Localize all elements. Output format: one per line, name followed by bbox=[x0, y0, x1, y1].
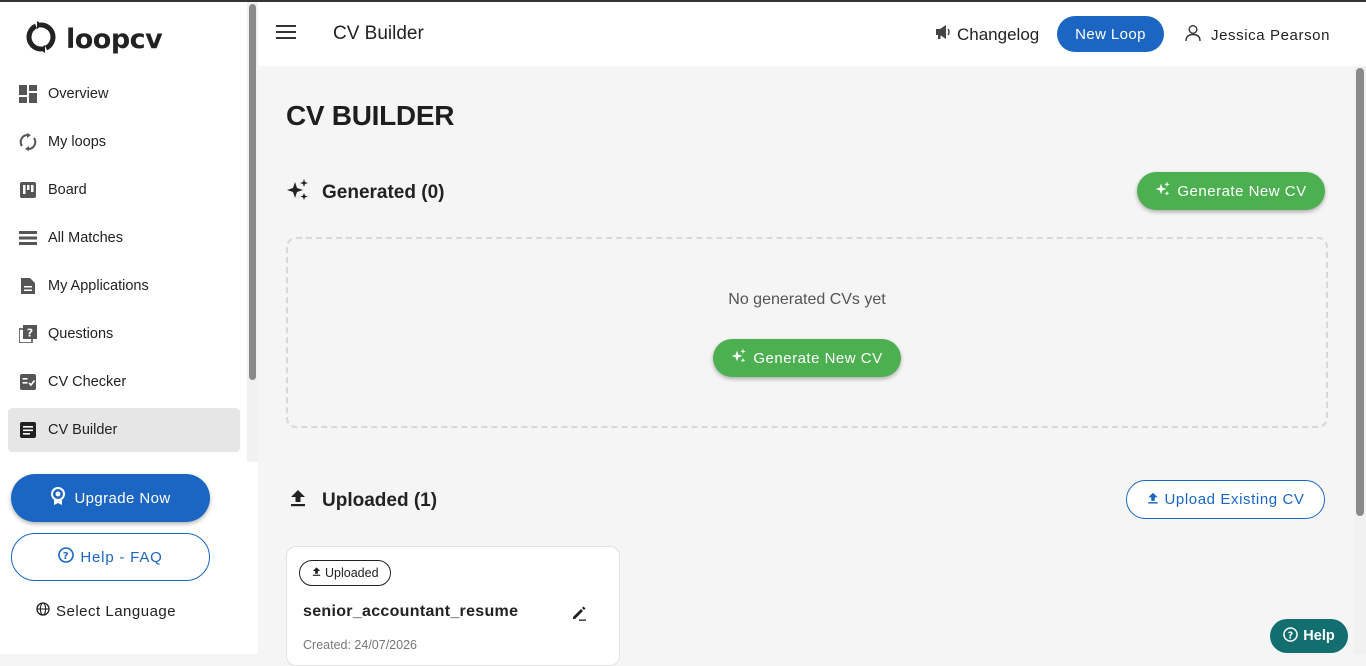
top-border bbox=[0, 0, 1366, 2]
board-icon bbox=[18, 180, 38, 200]
question-icon: ? bbox=[18, 324, 38, 344]
badge-icon bbox=[50, 487, 66, 509]
upgrade-now-button[interactable]: Upgrade Now bbox=[11, 474, 210, 522]
changelog-label: Changelog bbox=[957, 24, 1040, 44]
globe-icon bbox=[36, 602, 50, 620]
sidebar-item-board[interactable]: Board bbox=[8, 168, 240, 212]
sidebar-item-questions[interactable]: ? Questions bbox=[8, 312, 240, 356]
generate-new-cv-button-empty[interactable]: Generate New CV bbox=[713, 339, 901, 377]
upload-existing-cv-label: Upload Existing CV bbox=[1164, 491, 1305, 508]
logo[interactable]: loopcv bbox=[24, 20, 163, 59]
svg-text:?: ? bbox=[27, 327, 33, 340]
sparkles-icon bbox=[731, 348, 747, 368]
sparkles-icon bbox=[286, 178, 310, 208]
sidebar-item-cv-checker[interactable]: CV Checker bbox=[8, 360, 240, 404]
sidebar-scrollbar-thumb[interactable] bbox=[249, 4, 256, 380]
cv-card-created-date: Created: 24/07/2026 bbox=[303, 638, 417, 652]
sidebar-item-label: My loops bbox=[48, 134, 107, 150]
help-circle-icon: ? bbox=[1283, 626, 1299, 646]
upload-existing-cv-button[interactable]: Upload Existing CV bbox=[1126, 480, 1325, 519]
changelog-link[interactable]: Changelog bbox=[935, 24, 1039, 45]
help-chat-button[interactable]: ? Help bbox=[1270, 619, 1348, 653]
sidebar: loopcv Overview My loops Board All Match… bbox=[0, 2, 258, 654]
upload-icon bbox=[311, 566, 322, 580]
article-icon bbox=[18, 420, 38, 440]
uploaded-section-heading: Uploaded (1) bbox=[286, 486, 437, 516]
sidebar-item-all-matches[interactable]: All Matches bbox=[8, 216, 240, 260]
status-badge-label: Uploaded bbox=[325, 566, 379, 580]
new-loop-button[interactable]: New Loop bbox=[1057, 16, 1164, 52]
upload-icon bbox=[1146, 491, 1160, 509]
empty-state-text: No generated CVs yet bbox=[728, 291, 886, 308]
sidebar-item-my-loops[interactable]: My loops bbox=[8, 120, 240, 164]
sidebar-item-label: All Matches bbox=[48, 230, 123, 246]
sidebar-item-label: Board bbox=[48, 182, 87, 198]
svg-text:?: ? bbox=[63, 551, 70, 562]
generate-new-cv-label: Generate New CV bbox=[1177, 182, 1307, 200]
uploaded-cv-card[interactable]: Uploaded senior_accountant_resume Create… bbox=[286, 546, 620, 666]
generate-new-cv-button[interactable]: Generate New CV bbox=[1137, 172, 1325, 210]
sidebar-item-overview[interactable]: Overview bbox=[8, 72, 240, 116]
select-language-label: Select Language bbox=[56, 602, 177, 620]
svg-text:?: ? bbox=[1288, 630, 1293, 641]
help-chat-label: Help bbox=[1303, 628, 1335, 644]
header-title: CV Builder bbox=[333, 23, 424, 44]
generated-empty-state: No generated CVs yet Generate New CV bbox=[286, 237, 1328, 428]
logo-text: loopcv bbox=[66, 24, 163, 55]
sidebar-item-my-applications[interactable]: My Applications bbox=[8, 264, 240, 308]
top-header: CV Builder Changelog New Loop Jessica Pe… bbox=[258, 2, 1366, 66]
upload-icon bbox=[286, 486, 310, 516]
sidebar-item-label: Overview bbox=[48, 86, 109, 102]
checklist-icon bbox=[18, 372, 38, 392]
generated-section-heading: Generated (0) bbox=[286, 178, 444, 208]
sparkles-icon bbox=[1155, 181, 1171, 201]
user-name: Jessica Pearson bbox=[1211, 26, 1331, 44]
document-icon bbox=[18, 276, 38, 296]
sidebar-item-label: Questions bbox=[48, 326, 114, 342]
user-menu[interactable]: Jessica Pearson bbox=[1184, 24, 1330, 46]
upgrade-now-label: Upgrade Now bbox=[74, 489, 171, 507]
page-title: CV BUILDER bbox=[286, 100, 455, 131]
sidebar-item-label: CV Builder bbox=[48, 422, 118, 438]
help-circle-icon: ? bbox=[58, 547, 75, 567]
cv-card-title: senior_accountant_resume bbox=[303, 603, 519, 620]
list-icon bbox=[18, 228, 38, 248]
hamburger-menu-icon[interactable] bbox=[276, 25, 296, 41]
generated-heading-text: Generated (0) bbox=[322, 182, 445, 203]
main-content: CV BUILDER Generated (0) Generate New CV… bbox=[258, 66, 1354, 666]
status-badge: Uploaded bbox=[299, 560, 391, 586]
main-scrollbar-thumb[interactable] bbox=[1356, 68, 1364, 516]
sidebar-nav: Overview My loops Board All Matches My A… bbox=[8, 72, 240, 456]
help-faq-label: Help - FAQ bbox=[80, 548, 163, 566]
generate-new-cv-label: Generate New CV bbox=[753, 349, 883, 367]
sidebar-item-label: CV Checker bbox=[48, 374, 127, 390]
dashboard-icon bbox=[18, 84, 38, 104]
sidebar-item-label: My Applications bbox=[48, 278, 149, 294]
edit-icon[interactable] bbox=[571, 605, 587, 626]
help-faq-button[interactable]: ? Help - FAQ bbox=[11, 533, 210, 581]
sidebar-item-cv-builder[interactable]: CV Builder bbox=[8, 408, 240, 452]
uploaded-heading-text: Uploaded (1) bbox=[322, 490, 438, 511]
user-icon bbox=[1184, 24, 1202, 46]
select-language[interactable]: Select Language bbox=[36, 602, 176, 620]
megaphone-icon bbox=[935, 24, 953, 45]
loop-logo-icon bbox=[24, 20, 58, 59]
sync-icon bbox=[18, 132, 38, 152]
